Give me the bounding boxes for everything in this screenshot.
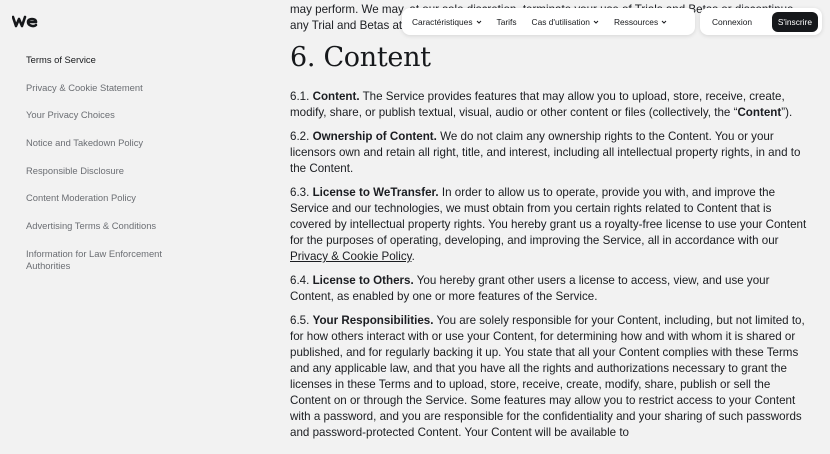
nav-pricing[interactable]: Tarifs (497, 17, 517, 27)
clause-number: 6.1. (290, 90, 310, 103)
clause-number: 6.2. (290, 129, 310, 143)
privacy-cookie-policy-link[interactable]: Privacy & Cookie Policy (290, 250, 412, 263)
clause-number: 6.3. (290, 185, 310, 199)
section-heading: 6. Content (290, 42, 431, 73)
chevron-down-icon (661, 20, 667, 24)
clause-6-5: 6.5. Your Responsibilities. You are sole… (290, 313, 810, 442)
nav-resources[interactable]: Ressources (614, 17, 667, 27)
clause-text: The Service provides features that may a… (290, 90, 785, 120)
sidebar-item-advertising-terms[interactable]: Advertising Terms & Conditions (26, 220, 186, 232)
legal-sidebar: Terms of Service Privacy & Cookie Statem… (26, 54, 186, 288)
nav-resources-label: Ressources (613, 16, 659, 27)
clause-title: License to Others. (312, 273, 414, 287)
nav-pricing-label: Tarifs (496, 16, 517, 27)
clause-text: You are solely responsible for your Cont… (290, 313, 805, 440)
nav-features[interactable]: Caractéristiques (412, 17, 482, 27)
signup-button[interactable]: S'inscrire (771, 11, 818, 32)
login-button[interactable]: Connexion (712, 17, 752, 27)
clause-6-1: 6.1. Content. The Service provides featu… (290, 89, 810, 121)
clause-6-2: 6.2. Ownership of Content. We do not cla… (290, 129, 810, 177)
sidebar-item-content-moderation-policy[interactable]: Content Moderation Policy (26, 192, 186, 204)
nav-use-cases-label: Cas d'utilisation (531, 16, 590, 27)
clause-title: License to WeTransfer. (312, 185, 439, 199)
clause-text-end: . (411, 250, 415, 264)
clause-number: 6.4. (290, 273, 310, 287)
chevron-down-icon (476, 20, 481, 24)
clause-bold-term: Content (737, 106, 782, 120)
sidebar-item-responsible-disclosure[interactable]: Responsible Disclosure (26, 165, 186, 177)
nav-use-cases[interactable]: Cas d'utilisation (532, 17, 599, 27)
clause-title: Ownership of Content. (312, 129, 437, 143)
sidebar-item-terms-of-service[interactable]: Terms of Service (26, 54, 186, 66)
sidebar-item-privacy-cookie-statement[interactable]: Privacy & Cookie Statement (26, 82, 186, 94)
clause-6-4: 6.4. License to Others. You hereby grant… (290, 273, 810, 305)
clause-6-3: 6.3. License to WeTransfer. In order to … (290, 185, 810, 265)
clause-title: Content. (312, 90, 360, 103)
clause-title: Your Responsibilities. (312, 313, 434, 327)
chevron-down-icon (593, 20, 599, 24)
sidebar-item-law-enforcement-info[interactable]: Information for Law Enforcement Authorit… (26, 248, 186, 272)
clause-number: 6.5. (290, 313, 310, 327)
clause-text-end: ”). (781, 106, 793, 120)
top-navigation: Caractéristiques Tarifs Cas d'utilisatio… (402, 8, 695, 35)
sidebar-item-notice-takedown-policy[interactable]: Notice and Takedown Policy (26, 137, 186, 149)
auth-bar: Connexion S'inscrire (700, 8, 822, 35)
nav-features-label: Caractéristiques (412, 16, 473, 27)
wetransfer-logo-icon[interactable] (12, 13, 38, 29)
sidebar-item-your-privacy-choices[interactable]: Your Privacy Choices (26, 109, 186, 121)
